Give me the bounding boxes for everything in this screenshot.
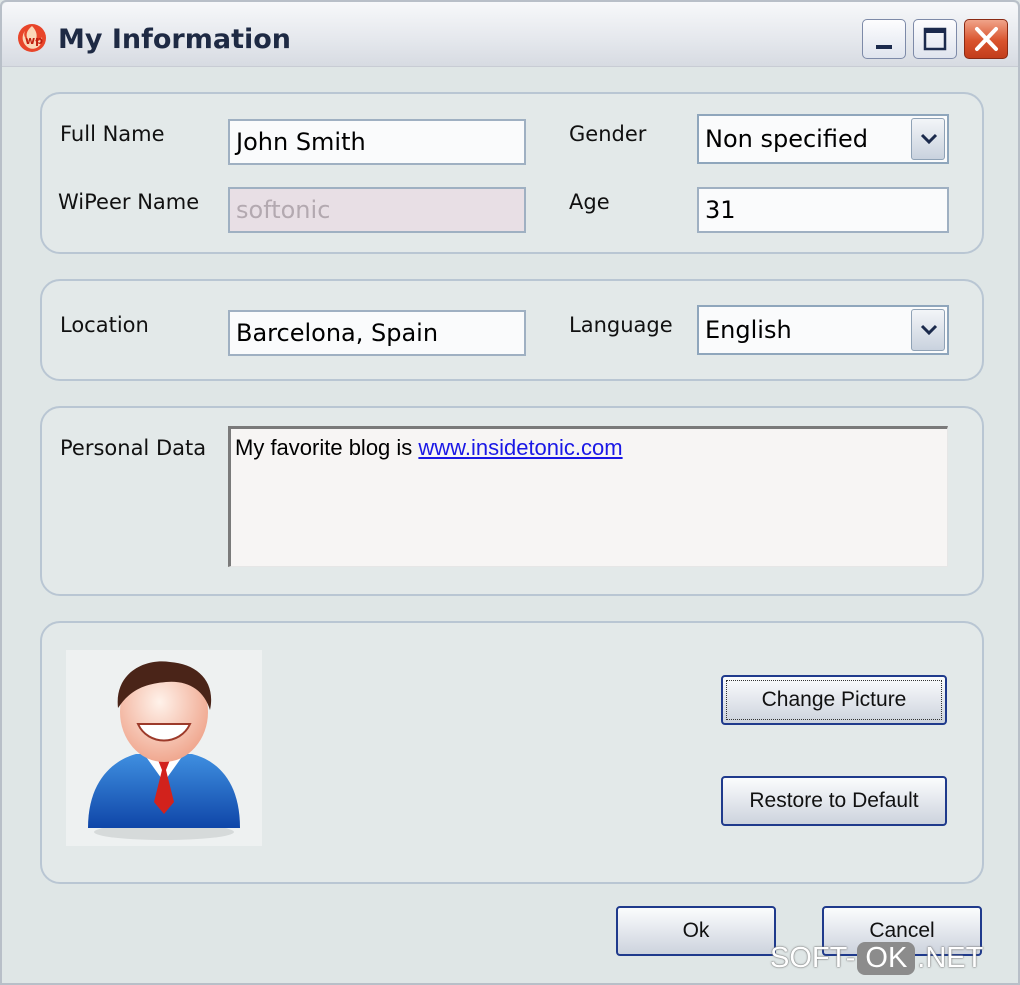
watermark-text-1: SOFT- [770,942,856,974]
watermark: SOFT- OK .NET [770,942,983,984]
personal-data-label: Personal Data [60,436,207,460]
close-button[interactable] [964,19,1008,59]
avatar [66,650,262,846]
full-name-label: Full Name [60,122,165,146]
wipeer-name-label: WiPeer Name [58,190,200,214]
personal-data-textarea[interactable]: My favorite blog is www.insidetonic.com [228,426,948,567]
my-information-dialog: wp My Information Full Name John Smith W… [0,0,1020,985]
chevron-down-icon [920,324,938,336]
user-avatar-icon [88,661,240,840]
personal-data-text: My favorite blog is [235,435,419,460]
gender-selected-value: Non specified [705,125,868,153]
maximize-button[interactable] [913,19,957,59]
maximize-icon [923,27,947,51]
age-input[interactable]: 31 [697,187,949,233]
window-title: My Information [58,24,292,55]
svg-text:wp: wp [25,34,43,47]
blog-link[interactable]: www.insidetonic.com [418,435,622,460]
language-select[interactable]: English [697,305,949,355]
restore-default-button[interactable]: Restore to Default [721,776,947,826]
ok-button[interactable]: Ok [616,906,776,956]
gender-label: Gender [569,122,647,146]
watermark-text-3: .NET [917,942,984,974]
gender-select[interactable]: Non specified [697,114,949,164]
title-bar[interactable]: wp My Information [2,2,1018,67]
language-label: Language [569,313,673,337]
wipeer-name-input: softonic [228,187,526,233]
age-label: Age [569,190,610,214]
location-label: Location [60,313,149,337]
language-dropdown-button[interactable] [911,309,945,351]
location-input[interactable]: Barcelona, Spain [228,310,526,356]
minimize-icon [876,45,892,49]
gender-dropdown-button[interactable] [911,118,945,160]
language-selected-value: English [705,316,792,344]
wipeer-logo-icon: wp [18,24,46,52]
minimize-button[interactable] [862,19,906,59]
chevron-down-icon [920,133,938,145]
full-name-input[interactable]: John Smith [228,119,526,165]
close-icon [975,27,998,51]
change-picture-button[interactable]: Change Picture [721,675,947,725]
watermark-text-2: OK [857,942,916,975]
